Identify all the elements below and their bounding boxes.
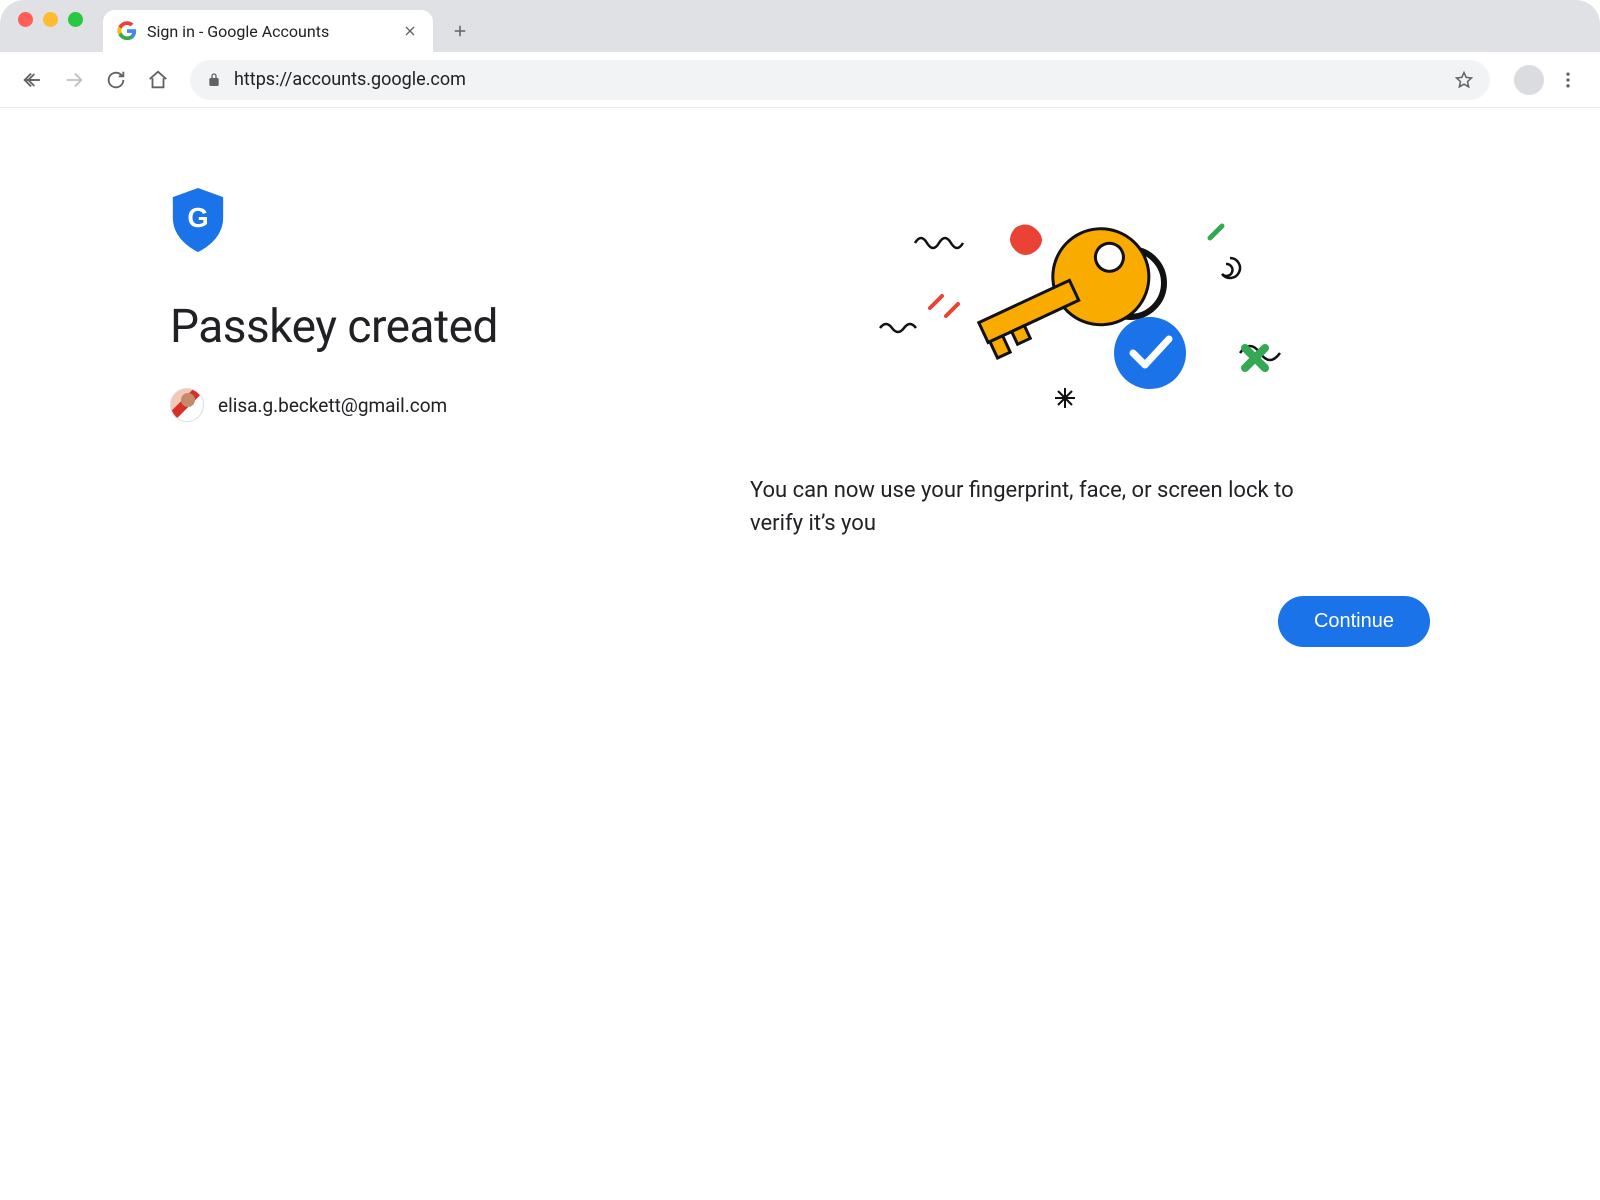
profile-button[interactable] [1514,65,1544,95]
tab-title: Sign in - Google Accounts [147,22,391,41]
forward-button[interactable] [56,62,92,98]
browser-tab[interactable]: Sign in - Google Accounts [103,10,433,52]
button-row: Continue [750,596,1430,647]
lock-icon [206,72,222,88]
new-tab-button[interactable] [443,14,477,48]
home-button[interactable] [140,62,176,98]
window-controls [18,0,103,52]
page-headline: Passkey created [170,300,690,354]
tab-strip: Sign in - Google Accounts [0,0,1600,52]
back-button[interactable] [14,62,50,98]
browser-window: Sign in - Google Accounts https://accoun… [0,0,1600,1200]
left-column: G Passkey created elisa.g.beckett@gmail.… [170,188,690,647]
continue-button[interactable]: Continue [1278,596,1430,647]
google-shield-icon: G [170,188,226,252]
window-close-button[interactable] [18,12,33,27]
account-chip[interactable]: elisa.g.beckett@gmail.com [170,388,690,422]
reload-button[interactable] [98,62,134,98]
bookmark-star-icon[interactable] [1454,70,1474,90]
description-text: You can now use your fingerprint, face, … [750,474,1310,540]
avatar-icon [170,388,204,422]
passkey-illustration [750,198,1430,438]
window-maximize-button[interactable] [68,12,83,27]
account-email: elisa.g.beckett@gmail.com [218,394,447,417]
address-bar[interactable]: https://accounts.google.com [190,60,1490,100]
window-minimize-button[interactable] [43,12,58,27]
browser-menu-button[interactable] [1550,62,1586,98]
browser-toolbar: https://accounts.google.com [0,52,1600,108]
right-column: You can now use your fingerprint, face, … [750,188,1430,647]
page-content: G Passkey created elisa.g.beckett@gmail.… [0,108,1600,727]
url-text: https://accounts.google.com [234,69,1442,90]
tab-close-button[interactable] [401,22,419,40]
svg-text:G: G [187,202,208,233]
google-favicon-icon [117,21,137,41]
